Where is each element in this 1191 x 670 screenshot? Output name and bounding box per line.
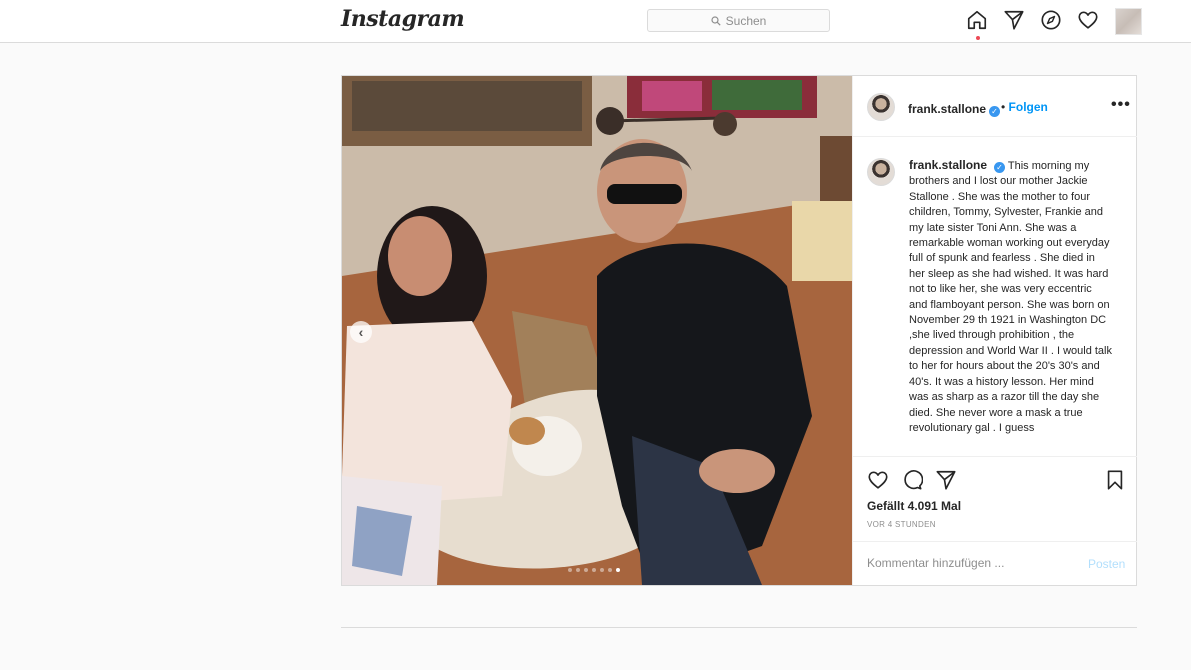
- search-input[interactable]: Suchen: [647, 9, 830, 32]
- carousel-prev-button[interactable]: ‹: [350, 321, 372, 343]
- save-button[interactable]: [1104, 469, 1126, 491]
- like-button[interactable]: [867, 469, 889, 491]
- post-header: frank.stallone ✓ • Folgen •••: [853, 76, 1137, 137]
- likes-count[interactable]: Gefällt 4.091 Mal: [867, 499, 961, 513]
- post-timestamp[interactable]: VOR 4 STUNDEN: [867, 520, 936, 529]
- carousel-dot-active: [616, 568, 620, 572]
- verified-badge-icon: ✓: [989, 106, 1001, 117]
- comment-icon: [904, 470, 923, 490]
- post-card: ‹ frank.stallone ✓ • Folgen ••• frank.st…: [341, 75, 1137, 586]
- home-button[interactable]: [966, 9, 990, 40]
- home-icon: [967, 10, 987, 30]
- nav-icons: [966, 8, 1114, 40]
- post-actions: Gefällt 4.091 Mal VOR 4 STUNDEN: [853, 456, 1137, 541]
- add-comment-bar: Posten: [853, 541, 1137, 585]
- heart-icon: [868, 471, 888, 489]
- comment-input[interactable]: [867, 556, 1067, 570]
- comment-button[interactable]: [901, 469, 923, 491]
- search-icon: [711, 15, 721, 26]
- follow-separator: •: [1001, 100, 1006, 114]
- notification-dot: [976, 36, 980, 40]
- explore-icon: [1041, 10, 1061, 30]
- explore-button[interactable]: [1040, 9, 1064, 33]
- carousel-dot: [600, 568, 604, 572]
- post-comment-button[interactable]: Posten: [1088, 557, 1125, 571]
- share-button[interactable]: [935, 469, 957, 491]
- activity-button[interactable]: [1077, 9, 1101, 33]
- direct-icon: [936, 470, 956, 490]
- caption-text-block: frank.stallone ✓ This morning my brothers…: [909, 158, 1113, 436]
- carousel-dot: [576, 568, 580, 572]
- instagram-logo[interactable]: Instagram: [341, 6, 465, 32]
- carousel-dot: [608, 568, 612, 572]
- footer-divider: [341, 627, 1137, 628]
- profile-avatar[interactable]: [1115, 8, 1142, 35]
- verified-badge-icon: ✓: [994, 162, 1006, 173]
- bookmark-icon: [1107, 470, 1123, 490]
- follow-button[interactable]: Folgen: [1009, 100, 1048, 114]
- post-sidebar: frank.stallone ✓ • Folgen ••• frank.stall…: [852, 76, 1137, 585]
- more-options-button[interactable]: •••: [1111, 96, 1131, 114]
- search-placeholder: Suchen: [725, 13, 767, 28]
- top-nav: Instagram Suchen: [0, 0, 1191, 43]
- photo-illustration: [342, 76, 852, 585]
- post-image[interactable]: ‹: [342, 76, 852, 585]
- direct-button[interactable]: [1003, 9, 1027, 33]
- caption-username[interactable]: frank.stallone: [909, 158, 987, 172]
- carousel-dot: [568, 568, 572, 572]
- heart-icon: [1078, 11, 1098, 29]
- caption-avatar[interactable]: [867, 158, 895, 186]
- carousel-dot: [584, 568, 588, 572]
- carousel-dot: [592, 568, 596, 572]
- caption-text: This morning my brothers and I lost our …: [909, 160, 1112, 434]
- caption-area[interactable]: frank.stallone ✓ This morning my brothers…: [853, 138, 1137, 456]
- carousel-dots: [568, 568, 620, 572]
- author-avatar[interactable]: [867, 93, 895, 121]
- direct-icon: [1004, 10, 1024, 30]
- author-username[interactable]: frank.stallone: [908, 102, 986, 116]
